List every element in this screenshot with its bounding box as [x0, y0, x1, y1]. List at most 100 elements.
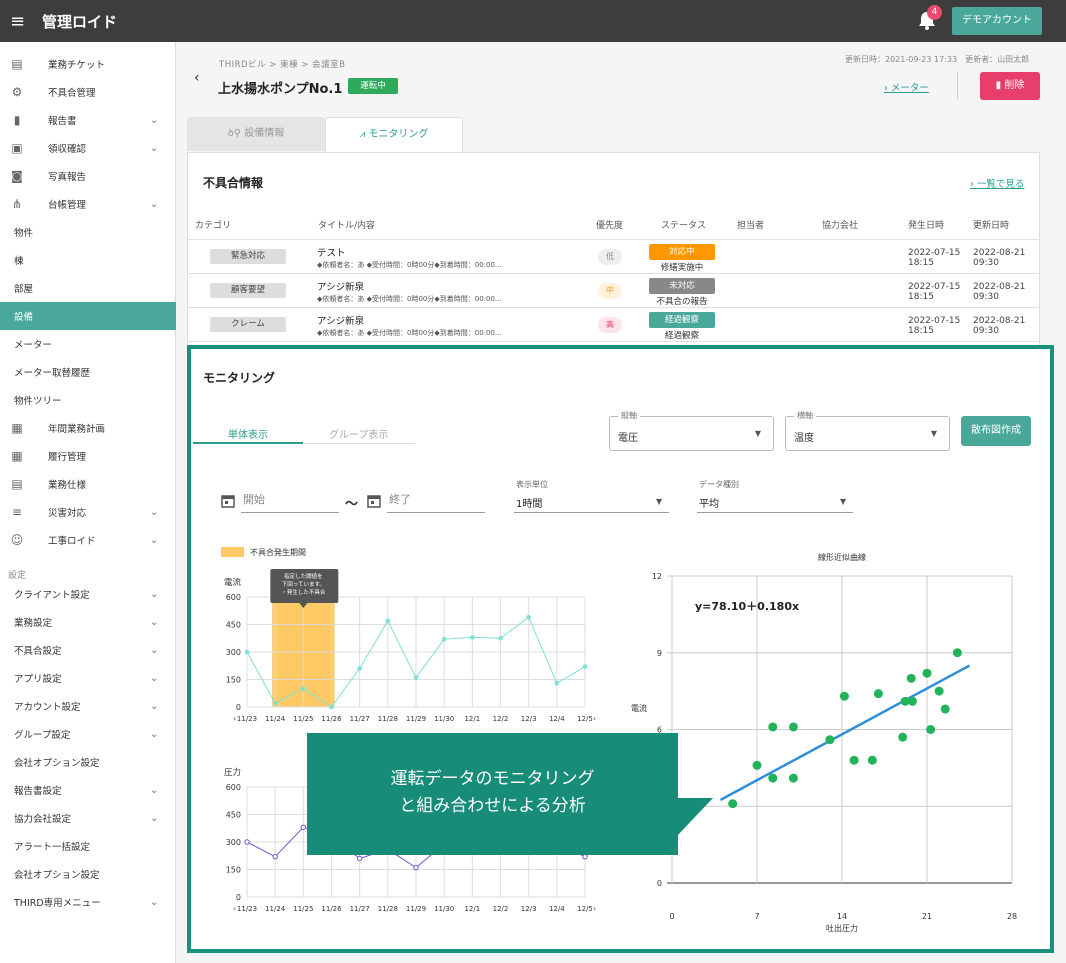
- threshold-tooltip: 指定した閾値を下回っています。・発生した不具合: [270, 569, 339, 608]
- data-type-value[interactable]: 平均: [699, 495, 719, 510]
- scatter-point: [934, 686, 944, 696]
- data-point: [244, 649, 250, 655]
- sidebar-item[interactable]: ▮ 報告書 ⌄: [0, 106, 176, 134]
- caret-down-icon[interactable]: ▼: [840, 497, 846, 506]
- hamburger-menu-icon[interactable]: ≡: [10, 11, 30, 32]
- sidebar-subitem[interactable]: メーター: [0, 330, 176, 358]
- sidebar-subitem[interactable]: 設備: [0, 302, 176, 330]
- data-point: [413, 675, 419, 680]
- x-tick-label: 12/4: [549, 715, 565, 723]
- update-info: 更新日時：2021-09-23 17:33 更新者：山田太郎: [845, 55, 1030, 64]
- sidebar-settings-item[interactable]: 報告書設定 ⌄: [0, 776, 176, 804]
- x-tick-label: 11/28: [378, 905, 398, 913]
- x-tick-label: 11/24: [265, 905, 286, 913]
- scatter-create-button[interactable]: 散布図作成: [961, 416, 1031, 446]
- sidebar-item[interactable]: ▤ 業務仕様: [0, 470, 176, 498]
- tab-monitoring[interactable]: ⩘ モニタリング: [325, 117, 463, 153]
- sidebar-subitem[interactable]: 物件ツリー: [0, 386, 176, 414]
- caret-down-icon[interactable]: ▼: [656, 497, 662, 506]
- scatter-point: [768, 722, 778, 732]
- defect-detail: ◆依頼者名：あ ◆受付時間：0時00分◆到着時間：00:00...: [317, 261, 502, 269]
- y-tick-label: 600: [226, 593, 241, 602]
- sidebar-item[interactable]: ▦ 年間業務計画: [0, 414, 176, 442]
- sidebar-item-label: 年間業務計画: [48, 424, 106, 435]
- unit-select-value[interactable]: 1時間: [516, 495, 542, 510]
- calendar-grid-icon: ▦: [11, 449, 23, 463]
- breadcrumb[interactable]: THIRDビル > 東棟 > 会議室B: [219, 58, 345, 70]
- tab-group-view[interactable]: グループ表示: [329, 426, 388, 441]
- sidebar-item[interactable]: ▤ 業務チケット: [0, 50, 176, 78]
- x-tick-label: 12/3: [521, 905, 537, 913]
- sidebar-item-label: 災害対応: [48, 508, 87, 519]
- defect-title[interactable]: テスト: [317, 245, 346, 259]
- sidebar-settings-item[interactable]: アラート一括設定: [0, 832, 176, 860]
- sidebar-subitem[interactable]: 部屋: [0, 274, 176, 302]
- sidebar-item[interactable]: ⋔ 台帳管理 ⌄: [0, 190, 176, 218]
- tab-equipment-info[interactable]: ꝺ⚲ 設備情報: [187, 117, 325, 151]
- sidebar-settings-item[interactable]: 不具合設定 ⌄: [0, 636, 176, 664]
- sidebar-subitem[interactable]: 棟: [0, 246, 176, 274]
- scatter-point: [922, 668, 932, 678]
- x-tick-label: 11/24: [265, 715, 286, 723]
- sidebar-settings-item[interactable]: アカウント設定 ⌄: [0, 692, 176, 720]
- sidebar-item[interactable]: ▣ 領収確認 ⌄: [0, 134, 176, 162]
- x-axis-select[interactable]: 横軸 温度 ▼: [785, 410, 950, 451]
- data-point: [272, 701, 278, 706]
- view-all-link[interactable]: › 一覧で見る: [970, 176, 1024, 190]
- scatter-point: [940, 704, 950, 714]
- x-tick-label: 12/3: [521, 715, 537, 723]
- sidebar-subitem-label: 棟: [14, 256, 24, 267]
- calendar-icon[interactable]: [221, 494, 235, 508]
- start-date-input[interactable]: 開始: [243, 491, 265, 507]
- x-axis-select-value: 温度: [794, 433, 814, 444]
- x-tick-label: 11/26: [321, 715, 342, 723]
- scatter-point: [867, 755, 877, 765]
- tab-single-view[interactable]: 単体表示: [228, 426, 268, 441]
- sidebar-item[interactable]: ◙ 写真報告: [0, 162, 176, 190]
- hierarchy-icon: ⋔: [11, 197, 23, 211]
- y-axis-select-label: 縦軸: [618, 410, 640, 421]
- back-icon[interactable]: ‹: [194, 70, 200, 86]
- sidebar-item[interactable]: ☺ 工事ロイド ⌄: [0, 526, 176, 554]
- sidebar-settings-item[interactable]: グループ設定 ⌄: [0, 720, 176, 748]
- data-type-underline: [697, 512, 853, 513]
- sidebar-settings-label: クライアント設定: [14, 590, 90, 601]
- y-tick-label: 600: [226, 783, 241, 792]
- sidebar-settings-item[interactable]: アプリ設定 ⌄: [0, 664, 176, 692]
- scatter-point: [952, 648, 962, 658]
- chevron-right-icon[interactable]: ›: [593, 904, 596, 913]
- sidebar-settings-item[interactable]: クライアント設定 ⌄: [0, 580, 176, 608]
- app-brand[interactable]: 管理ロイド: [42, 11, 117, 32]
- chevron-right-icon[interactable]: ›: [593, 714, 596, 723]
- calendar-icon[interactable]: [367, 494, 381, 508]
- sidebar-settings-item[interactable]: 協力会社設定 ⌄: [0, 804, 176, 832]
- y-tick-label: 300: [226, 838, 241, 847]
- x-tick-label: 11/30: [434, 715, 454, 723]
- sidebar-subitem[interactable]: 物件: [0, 218, 176, 246]
- sidebar-settings-item[interactable]: 会社オプション設定: [0, 860, 176, 888]
- y-axis-title: 圧力: [224, 767, 241, 778]
- sidebar-settings-label: 不具合設定: [14, 646, 62, 657]
- defect-title[interactable]: アシジ新泉: [317, 279, 364, 293]
- unit-select-label: 表示単位: [516, 480, 548, 489]
- sidebar-item[interactable]: ≡ 災害対応 ⌄: [0, 498, 176, 526]
- sidebar-settings-item[interactable]: 業務設定 ⌄: [0, 608, 176, 636]
- chevron-left-icon[interactable]: ‹: [233, 904, 236, 913]
- account-button[interactable]: デモアカウント: [952, 7, 1042, 35]
- defect-title[interactable]: アシジ新泉: [317, 313, 364, 327]
- caret-down-icon: ▼: [754, 429, 761, 438]
- chevron-left-icon[interactable]: ‹: [233, 714, 236, 723]
- y-tick-label: 0: [236, 703, 241, 712]
- sidebar-subitem[interactable]: メーター取替履歴: [0, 358, 176, 386]
- sidebar-item[interactable]: ▦ 履行管理: [0, 442, 176, 470]
- y-axis-select[interactable]: 縦軸 電圧 ▼: [609, 410, 774, 451]
- end-date-input[interactable]: 終了: [389, 491, 411, 507]
- sidebar-settings-item[interactable]: THIRD専用メニュー ⌄: [0, 888, 176, 916]
- sidebar-settings-item[interactable]: 会社オプション設定: [0, 748, 176, 776]
- sidebar-item[interactable]: ⚙ 不具合管理: [0, 78, 176, 106]
- delete-button[interactable]: ▮ 削除: [980, 72, 1040, 100]
- callout-pointer: [677, 798, 713, 836]
- date-range-separator: 〜: [345, 497, 359, 512]
- analysis-callout: 運転データのモニタリング と組み合わせによる分析: [307, 733, 678, 855]
- meter-link[interactable]: › メーター: [884, 80, 929, 94]
